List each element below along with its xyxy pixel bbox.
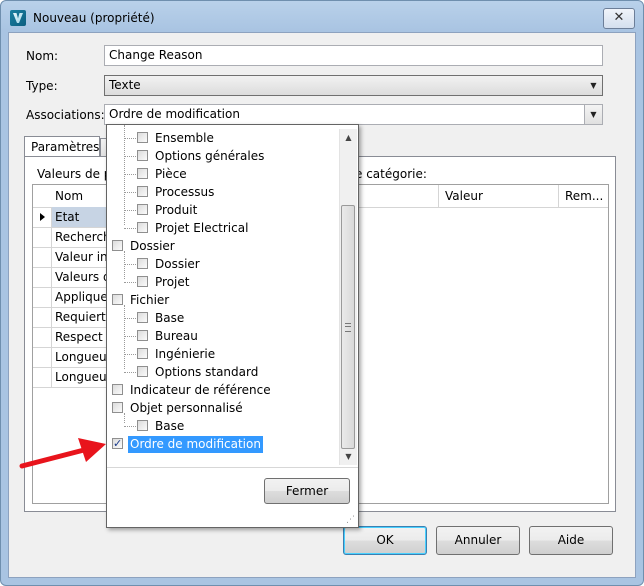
divider xyxy=(107,467,358,468)
tree-item-label: Produit xyxy=(155,203,198,217)
values-label-left: Valeurs de pr xyxy=(37,167,117,181)
tree-item-label: Base xyxy=(155,419,185,433)
values-label-right: e catégorie: xyxy=(355,167,427,181)
tree-item-label: Options standard xyxy=(155,365,259,379)
associations-select[interactable]: Ordre de modification ▼ xyxy=(104,104,603,125)
associations-label: Associations: xyxy=(26,108,105,122)
checkbox[interactable] xyxy=(112,240,123,251)
title-bar[interactable]: Nouveau (propriété) ✕ xyxy=(1,1,643,35)
scroll-down-icon[interactable]: ▼ xyxy=(340,448,357,465)
checkbox[interactable] xyxy=(137,276,148,287)
checkbox[interactable] xyxy=(137,204,148,215)
checkbox[interactable] xyxy=(137,312,148,323)
checkbox[interactable] xyxy=(137,330,148,341)
nom-label: Nom: xyxy=(26,49,59,63)
grip-icon xyxy=(345,323,351,332)
checkbox[interactable] xyxy=(112,384,123,395)
app-logo-icon xyxy=(10,10,26,26)
tree-item-label: Projet xyxy=(155,275,190,289)
tree-item-label: Ensemble xyxy=(155,131,214,145)
resize-grip-icon[interactable]: ⋰ xyxy=(346,515,356,525)
tree-item-label: Options générales xyxy=(155,149,265,163)
checkbox[interactable] xyxy=(137,420,148,431)
checkbox[interactable] xyxy=(137,348,148,359)
type-label: Type: xyxy=(26,79,58,93)
tree-item-label: Indicateur de référence xyxy=(130,383,271,397)
associations-dropdown: Ensemble Options générales Pièce Process… xyxy=(106,124,359,528)
red-arrow-annotation xyxy=(19,438,106,469)
column-valeur[interactable]: Valeur xyxy=(445,189,483,203)
nom-input[interactable]: Change Reason xyxy=(104,45,603,66)
tree-item-label: Pièce xyxy=(155,167,187,181)
annuler-button[interactable]: Annuler xyxy=(436,526,520,555)
checkbox[interactable] xyxy=(137,366,148,377)
checkbox[interactable] xyxy=(137,150,148,161)
window-title: Nouveau (propriété) xyxy=(33,11,155,25)
tree-item-label: Base xyxy=(155,311,185,325)
checkbox[interactable] xyxy=(137,222,148,233)
type-select[interactable]: Texte ▼ xyxy=(104,75,603,96)
column-remarque[interactable]: Rem... xyxy=(565,189,603,203)
ok-button[interactable]: OK xyxy=(343,526,427,555)
associations-select-value: Ordre de modification xyxy=(109,107,240,121)
checkbox[interactable] xyxy=(137,258,148,269)
tree-item-label: Projet Electrical xyxy=(155,221,249,235)
tree-item-label: Dossier xyxy=(130,239,175,253)
tree-item-label: Bureau xyxy=(155,329,198,343)
row-pointer-icon xyxy=(40,213,45,221)
column-nom[interactable]: Nom xyxy=(55,189,83,203)
checkbox[interactable] xyxy=(137,186,148,197)
vertical-scrollbar[interactable]: ▲ ▼ xyxy=(339,129,357,465)
checkbox[interactable] xyxy=(137,132,148,143)
scroll-up-icon[interactable]: ▲ xyxy=(340,129,357,146)
scrollbar-thumb[interactable] xyxy=(341,205,355,449)
checkbox[interactable] xyxy=(112,402,123,413)
checkbox-checked[interactable] xyxy=(112,435,123,452)
tab-parametres[interactable]: Paramètres xyxy=(24,136,100,157)
aide-button[interactable]: Aide xyxy=(529,526,613,555)
checkbox[interactable] xyxy=(137,168,148,179)
tree-item-label: Ingénierie xyxy=(155,347,216,361)
chevron-down-icon: ▼ xyxy=(590,81,597,90)
close-button[interactable]: ✕ xyxy=(603,8,635,29)
tree-item-label: Objet personnalisé xyxy=(130,401,243,415)
tree-item-label: Ordre de modification xyxy=(128,436,263,453)
chevron-down-icon[interactable]: ▼ xyxy=(584,105,602,124)
checkbox[interactable] xyxy=(112,294,123,305)
tree-item-label: Fichier xyxy=(130,293,170,307)
type-select-value: Texte xyxy=(109,78,141,92)
fermer-button[interactable]: Fermer xyxy=(264,478,350,504)
tree-item-label: Dossier xyxy=(155,257,200,271)
tree-item-label: Processus xyxy=(155,185,215,199)
